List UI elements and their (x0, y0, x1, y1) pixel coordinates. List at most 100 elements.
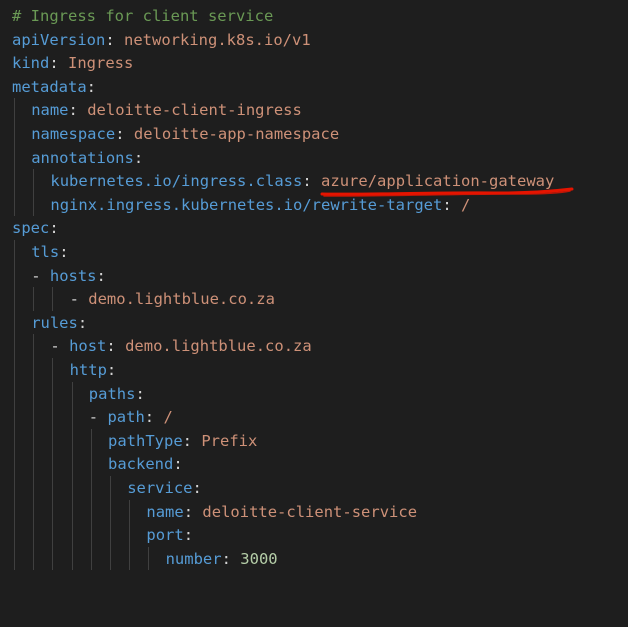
indent-guide (52, 287, 54, 311)
code-line[interactable]: annotations: (31, 146, 143, 170)
yaml-key: pathType (108, 431, 183, 450)
colon: : (135, 384, 145, 403)
code-line[interactable]: paths: (89, 382, 145, 406)
code-line[interactable]: tls: (31, 240, 68, 264)
yaml-key: kubernetes.io/ingress.class (50, 172, 303, 191)
code-line[interactable]: - path: / (89, 405, 173, 429)
colon: : (59, 243, 69, 261)
indent-guide (14, 476, 15, 500)
code-line[interactable]: http: (70, 358, 117, 382)
yaml-key: service (127, 479, 193, 497)
yaml-value: demo.lightblue.co.za (88, 290, 275, 309)
code-line[interactable]: rules: (31, 311, 87, 335)
code-line[interactable]: name: deloitte-client-service (146, 500, 417, 524)
indent-guide (52, 476, 54, 500)
code-line[interactable]: - demo.lightblue.co.za (70, 287, 275, 311)
yaml-key: name (146, 502, 184, 521)
indent-guide (52, 452, 54, 476)
indent-guide (14, 240, 15, 264)
yaml-key: http (69, 361, 107, 379)
colon: : (49, 219, 59, 238)
yaml-value: deloitte-client-service (202, 502, 418, 521)
indent-guide (33, 334, 35, 358)
indent-guide (90, 428, 92, 453)
code-line[interactable]: namespace: deloitte-app-namespace (31, 122, 339, 146)
code-editor[interactable]: # Ingress for client service apiVersion: … (0, 0, 628, 627)
indent-guide (33, 169, 35, 193)
indent-guide (33, 287, 35, 311)
yaml-key: namespace (31, 125, 116, 143)
yaml-key: hosts (49, 266, 97, 285)
yaml-key: number (165, 549, 222, 568)
indent-guide (14, 358, 15, 382)
indent-guide (14, 98, 15, 122)
code-line[interactable]: number: 3000 (166, 547, 278, 571)
indent-guide (71, 405, 73, 429)
indent-guide (33, 381, 35, 406)
colon: : (221, 549, 231, 568)
colon: : (49, 54, 59, 73)
colon: : (182, 431, 192, 450)
code-line[interactable]: - host: demo.lightblue.co.za (50, 334, 311, 358)
indent-guide (71, 523, 73, 547)
indent-guide (148, 546, 150, 571)
yaml-value: deloitte-app-namespace (133, 125, 340, 143)
colon: : (86, 77, 96, 96)
indent-guide (110, 499, 111, 524)
indent-guide (110, 476, 111, 500)
colon: : (173, 455, 183, 474)
code-line[interactable]: # Ingress for client service (12, 4, 273, 28)
code-line[interactable]: metadata: (12, 75, 96, 99)
indent-guide (14, 334, 15, 358)
indent-guide (14, 452, 15, 476)
code-line[interactable]: kind: Ingress (12, 51, 133, 75)
code-line[interactable]: name: deloitte-client-ingress (31, 98, 302, 122)
indent-guide (110, 523, 111, 547)
red-annotation-underline (320, 187, 574, 197)
indent-guide (71, 499, 73, 524)
indent-guide (14, 523, 15, 547)
yaml-value: networking.k8s.io/v1 (124, 30, 311, 49)
colon: : (183, 526, 194, 545)
indent-guide (52, 405, 54, 429)
indent-guide (14, 287, 15, 311)
list-dash: - (88, 408, 108, 427)
code-line[interactable]: apiVersion: networking.k8s.io/v1 (12, 28, 311, 52)
indent-guide (33, 499, 35, 524)
indent-guide (71, 428, 73, 453)
code-line[interactable]: service: (127, 476, 202, 500)
indent-guide (14, 263, 15, 288)
code-line[interactable]: pathType: Prefix (108, 429, 257, 453)
yaml-key: paths (88, 384, 136, 403)
code-line[interactable]: port: (146, 523, 193, 547)
indent-guide (52, 358, 54, 382)
indent-guide (52, 523, 54, 547)
indent-guide (14, 192, 15, 217)
yaml-value: deloitte-client-ingress (87, 101, 302, 120)
colon: : (144, 408, 155, 427)
indent-guide (33, 452, 35, 476)
indent-guide (52, 381, 54, 406)
indent-guide (14, 145, 15, 170)
indent-guide (33, 358, 35, 382)
code-line[interactable]: - hosts: (31, 264, 106, 288)
yaml-key: tls (31, 243, 60, 261)
indent-guide (14, 381, 15, 406)
indent-guide (52, 428, 54, 453)
yaml-value: / (163, 408, 173, 427)
indent-guide (90, 546, 92, 571)
yaml-value: Ingress (68, 54, 134, 73)
indent-guide (33, 428, 35, 453)
yaml-value: demo.lightblue.co.za (125, 337, 312, 356)
colon: : (183, 502, 194, 521)
colon: : (302, 172, 312, 191)
yaml-value: 3000 (240, 549, 278, 568)
indent-guide (14, 546, 15, 571)
yaml-key: rules (31, 313, 78, 332)
yaml-key: annotations (31, 148, 134, 167)
code-line[interactable]: backend: (108, 452, 183, 476)
indent-guide (52, 499, 54, 524)
code-line[interactable]: spec: (12, 216, 59, 240)
yaml-key: spec (12, 219, 50, 238)
code-line[interactable]: --- (12, 618, 40, 627)
